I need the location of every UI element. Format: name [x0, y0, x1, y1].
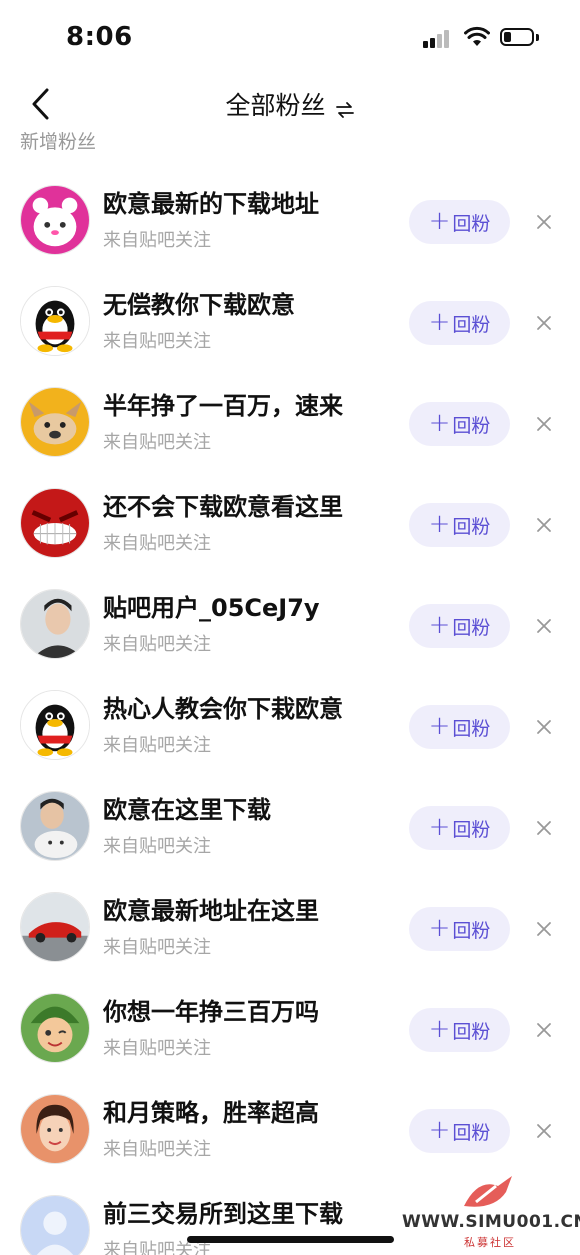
follow-back-button[interactable]: + 回粉 — [409, 604, 510, 648]
red-face-avatar[interactable] — [20, 488, 90, 558]
fan-name: 欧意最新的下载地址 — [103, 190, 319, 218]
fan-source: 来自贴吧关注 — [103, 735, 211, 756]
follow-back-button[interactable]: + 回粉 — [409, 907, 510, 951]
fan-name: 贴吧用户_05CeJ7y — [103, 594, 320, 622]
home-indicator — [187, 1236, 394, 1243]
follow-back-button[interactable]: + 回粉 — [409, 705, 510, 749]
list-item[interactable]: 你想一年挣三百万吗 来自贴吧关注 + 回粉 — [0, 966, 580, 1067]
nav-bar: 全部粉丝 — [0, 72, 580, 134]
fan-name: 无偿教你下载欧意 — [103, 291, 295, 319]
nav-title-group[interactable]: 全部粉丝 — [0, 86, 580, 122]
plus-icon: + — [428, 711, 451, 741]
list-item[interactable]: 热心人教会你下栽欧意 来自贴吧关注 + 回粉 — [0, 663, 580, 764]
close-icon[interactable] — [534, 616, 554, 636]
cartoon-elf-avatar[interactable] — [20, 993, 90, 1063]
fan-source: 来自贴吧关注 — [103, 836, 211, 857]
penguin-avatar[interactable] — [20, 286, 90, 356]
plus-icon: + — [428, 307, 451, 337]
list-item[interactable]: 半年挣了一百万，速来 来自贴吧关注 + 回粉 — [0, 360, 580, 461]
red-car-avatar[interactable] — [20, 892, 90, 962]
close-icon[interactable] — [534, 818, 554, 838]
close-icon[interactable] — [534, 1121, 554, 1141]
plus-icon: + — [428, 206, 451, 236]
follow-back-button[interactable]: + 回粉 — [409, 301, 510, 345]
watermark-text: WWW.SIMU001.CN — [402, 1212, 580, 1232]
fan-source: 来自贴吧关注 — [103, 331, 211, 352]
follow-back-label: 回粉 — [452, 616, 491, 639]
follow-back-label: 回粉 — [452, 919, 491, 942]
plus-icon: + — [428, 610, 451, 640]
plus-icon: + — [428, 812, 451, 842]
follow-back-label: 回粉 — [452, 515, 491, 538]
fan-source: 来自贴吧关注 — [103, 230, 211, 251]
fan-name: 欧意在这里下载 — [103, 796, 271, 824]
follow-back-button[interactable]: + 回粉 — [409, 503, 510, 547]
follow-back-button[interactable]: + 回粉 — [409, 1109, 510, 1153]
pink-cat-avatar[interactable] — [20, 185, 90, 255]
fan-name: 前三交易所到这里下载 — [103, 1200, 343, 1228]
plus-icon: + — [428, 1115, 451, 1145]
close-icon[interactable] — [534, 212, 554, 232]
man-with-dog-avatar[interactable] — [20, 791, 90, 861]
follow-back-button[interactable]: + 回粉 — [409, 402, 510, 446]
page-title: 全部粉丝 — [225, 91, 326, 120]
list-item[interactable]: 贴吧用户_05CeJ7y 来自贴吧关注 + 回粉 — [0, 562, 580, 663]
list-item[interactable]: 无偿教你下载欧意 来自贴吧关注 + 回粉 — [0, 259, 580, 360]
fan-name: 和月策略，胜率超高 — [103, 1099, 319, 1127]
girl-photo-avatar[interactable] — [20, 1094, 90, 1164]
cellular-signal-icon — [423, 30, 453, 48]
list-item[interactable]: 欧意最新的下载地址 来自贴吧关注 + 回粉 — [0, 158, 580, 259]
follow-back-label: 回粉 — [452, 313, 491, 336]
plus-icon: + — [428, 1014, 451, 1044]
fan-name: 半年挣了一百万，速来 — [103, 392, 343, 420]
close-icon[interactable] — [534, 1020, 554, 1040]
close-icon[interactable] — [534, 717, 554, 737]
penguin-avatar[interactable] — [20, 690, 90, 760]
close-icon[interactable] — [534, 919, 554, 939]
watermark: WWW.SIMU001.CN 私募社区 — [402, 1172, 580, 1255]
screen: 8:06 全部粉丝 新增粉丝 欧意最新的下载地址 来自贴吧关注 + 回粉 无偿教… — [0, 0, 580, 1255]
fan-source: 来自贴吧关注 — [103, 634, 211, 655]
status-bar: 8:06 — [0, 0, 580, 72]
plus-icon: + — [428, 408, 451, 438]
fan-name: 还不会下载欧意看这里 — [103, 493, 343, 521]
list-item[interactable]: 欧意在这里下载 来自贴吧关注 + 回粉 — [0, 764, 580, 865]
follow-back-label: 回粉 — [452, 1020, 491, 1043]
fan-source: 来自贴吧关注 — [103, 937, 211, 958]
follow-back-label: 回粉 — [452, 818, 491, 841]
follow-back-label: 回粉 — [452, 414, 491, 437]
follow-back-button[interactable]: + 回粉 — [409, 200, 510, 244]
close-icon[interactable] — [534, 313, 554, 333]
follow-back-button[interactable]: + 回粉 — [409, 1008, 510, 1052]
follow-back-label: 回粉 — [452, 717, 491, 740]
plus-icon: + — [428, 509, 451, 539]
fan-source: 来自贴吧关注 — [103, 1139, 211, 1160]
list-item[interactable]: 还不会下载欧意看这里 来自贴吧关注 + 回粉 — [0, 461, 580, 562]
fan-source: 来自贴吧关注 — [103, 533, 211, 554]
swap-icon — [335, 101, 354, 118]
watermark-logo-icon — [464, 1176, 512, 1207]
fan-name: 欧意最新地址在这里 — [103, 897, 319, 925]
man-photo-avatar[interactable] — [20, 589, 90, 659]
fan-name: 热心人教会你下栽欧意 — [103, 695, 343, 723]
follow-back-label: 回粉 — [452, 1121, 491, 1144]
follow-back-label: 回粉 — [452, 212, 491, 235]
fan-list: 欧意最新的下载地址 来自贴吧关注 + 回粉 无偿教你下载欧意 来自贴吧关注 + 回粉… — [0, 158, 580, 1255]
fan-source: 来自贴吧关注 — [103, 1038, 211, 1059]
list-item[interactable]: 欧意最新地址在这里 来自贴吧关注 + 回粉 — [0, 865, 580, 966]
watermark-sub: 私募社区 — [464, 1236, 516, 1249]
section-label: 新增粉丝 — [20, 131, 97, 152]
close-icon[interactable] — [534, 515, 554, 535]
close-icon[interactable] — [534, 414, 554, 434]
dog-avatar[interactable] — [20, 387, 90, 457]
plus-icon: + — [428, 913, 451, 943]
list-item[interactable]: 和月策略，胜率超高 来自贴吧关注 + 回粉 — [0, 1067, 580, 1168]
wifi-icon — [464, 26, 490, 46]
follow-back-button[interactable]: + 回粉 — [409, 806, 510, 850]
fan-name: 你想一年挣三百万吗 — [103, 998, 319, 1026]
battery-icon — [500, 28, 540, 48]
status-time: 8:06 — [66, 22, 133, 52]
fan-source: 来自贴吧关注 — [103, 432, 211, 453]
default-avatar[interactable] — [20, 1195, 90, 1255]
